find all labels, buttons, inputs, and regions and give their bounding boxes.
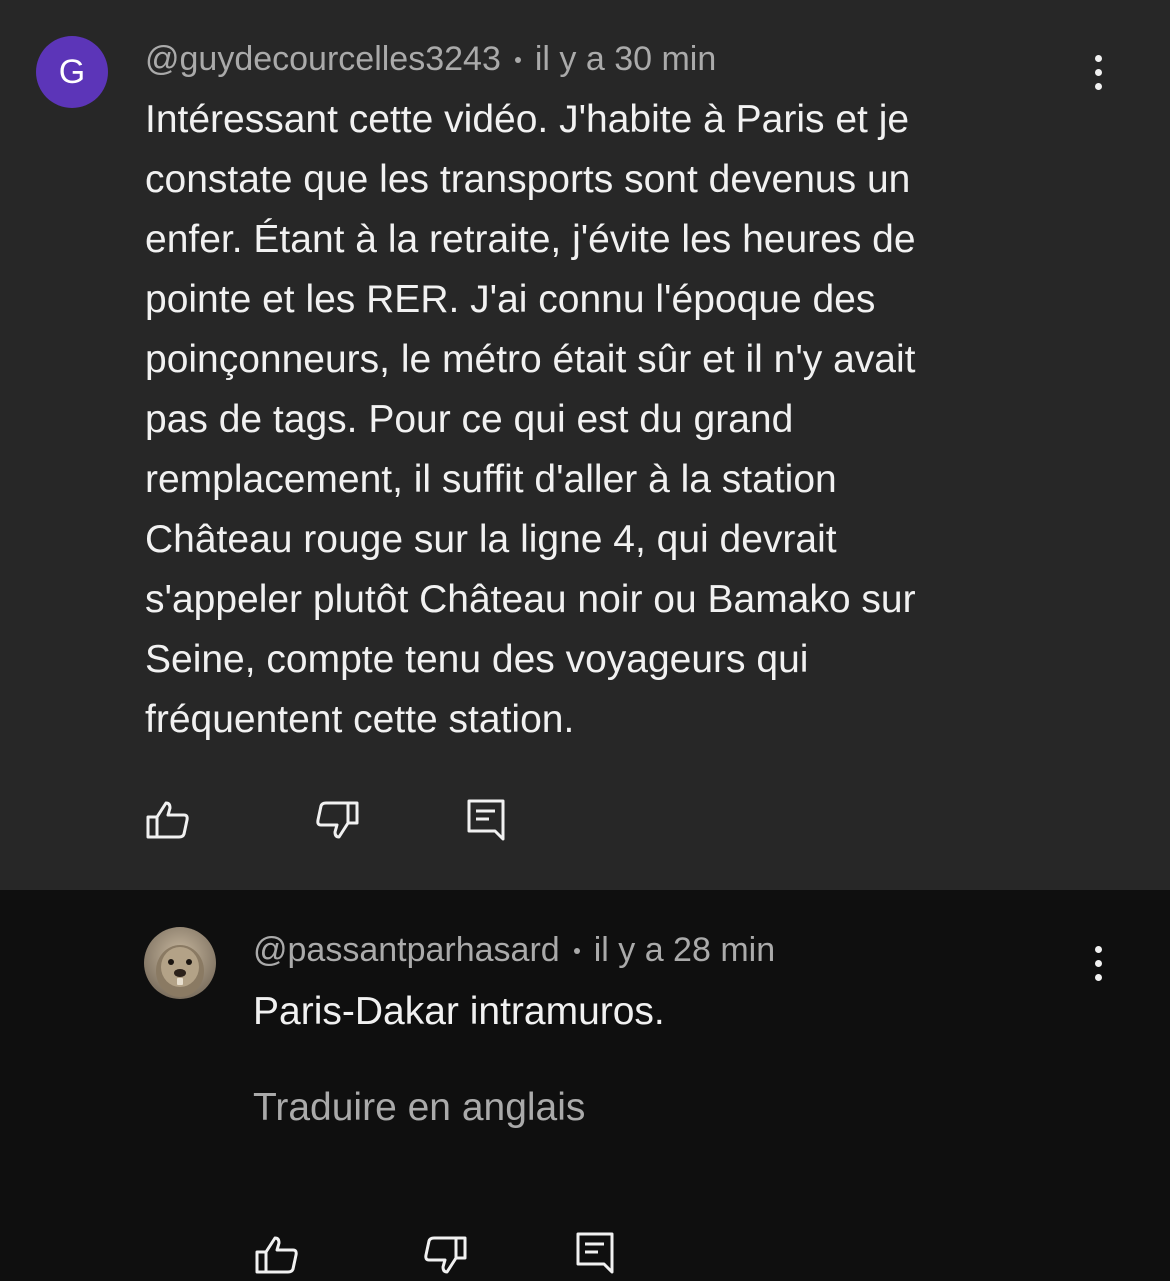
comment-author[interactable]: @guydecourcelles3243 (145, 40, 501, 79)
comment-text-line: poinçonneurs, le métro était sûr et il n… (145, 338, 916, 381)
reply-icon[interactable] (463, 797, 511, 845)
comments-screen: G @guydecourcelles3243 il y a 30 min Int… (0, 0, 1170, 1281)
comment-text: Intéressant cette vidéo. J'habite à Pari… (145, 90, 916, 750)
comment-time: il y a 28 min (593, 931, 776, 969)
comment-text-line: pointe et les RER. J'ai connu l'époque d… (145, 278, 876, 321)
comment-card: G @guydecourcelles3243 il y a 30 min Int… (0, 0, 1170, 890)
comment-meta: @guydecourcelles3243 il y a 30 min (145, 40, 716, 79)
avatar-letter: G (58, 52, 86, 91)
translate-link[interactable]: Traduire en anglais (253, 1086, 585, 1130)
comment-text-line: constate que les transports sont devenus… (145, 158, 911, 201)
separator-dot (514, 56, 521, 63)
comment-text-line: s'appeler plutôt Château noir ou Bamako … (145, 578, 916, 621)
more-vertical-icon[interactable] (1078, 42, 1118, 102)
comment-text-line: Paris-Dakar intramuros. (253, 990, 665, 1033)
like-icon[interactable] (253, 1232, 301, 1280)
dislike-icon[interactable] (313, 797, 361, 845)
reply-icon[interactable] (572, 1230, 620, 1278)
like-icon[interactable] (144, 797, 192, 845)
more-vertical-icon[interactable] (1078, 933, 1118, 993)
comment-meta: @passantparhasard il y a 28 min (253, 931, 775, 970)
comment-text-line: pas de tags. Pour ce qui est du grand (145, 398, 794, 441)
avatar[interactable]: G (36, 36, 108, 108)
comment-text-line: Intéressant cette vidéo. J'habite à Pari… (145, 98, 910, 141)
avatar[interactable] (144, 927, 216, 999)
dislike-icon[interactable] (421, 1232, 469, 1280)
marmot-avatar (144, 927, 216, 999)
comment-text-line: Château rouge sur la ligne 4, qui devrai… (145, 518, 837, 561)
comment-text-line: remplacement, il suffit d'aller à la sta… (145, 458, 837, 501)
separator-dot (573, 947, 580, 954)
comment-text-line: enfer. Étant à la retraite, j'évite les … (145, 218, 916, 261)
comment-author[interactable]: @passantparhasard (253, 931, 560, 970)
comment-text: Paris-Dakar intramuros. (253, 982, 665, 1042)
comment-text-line: fréquentent cette station. (145, 698, 575, 741)
comment-text-line: Seine, compte tenu des voyageurs qui (145, 638, 809, 681)
comment-time: il y a 30 min (534, 40, 717, 78)
